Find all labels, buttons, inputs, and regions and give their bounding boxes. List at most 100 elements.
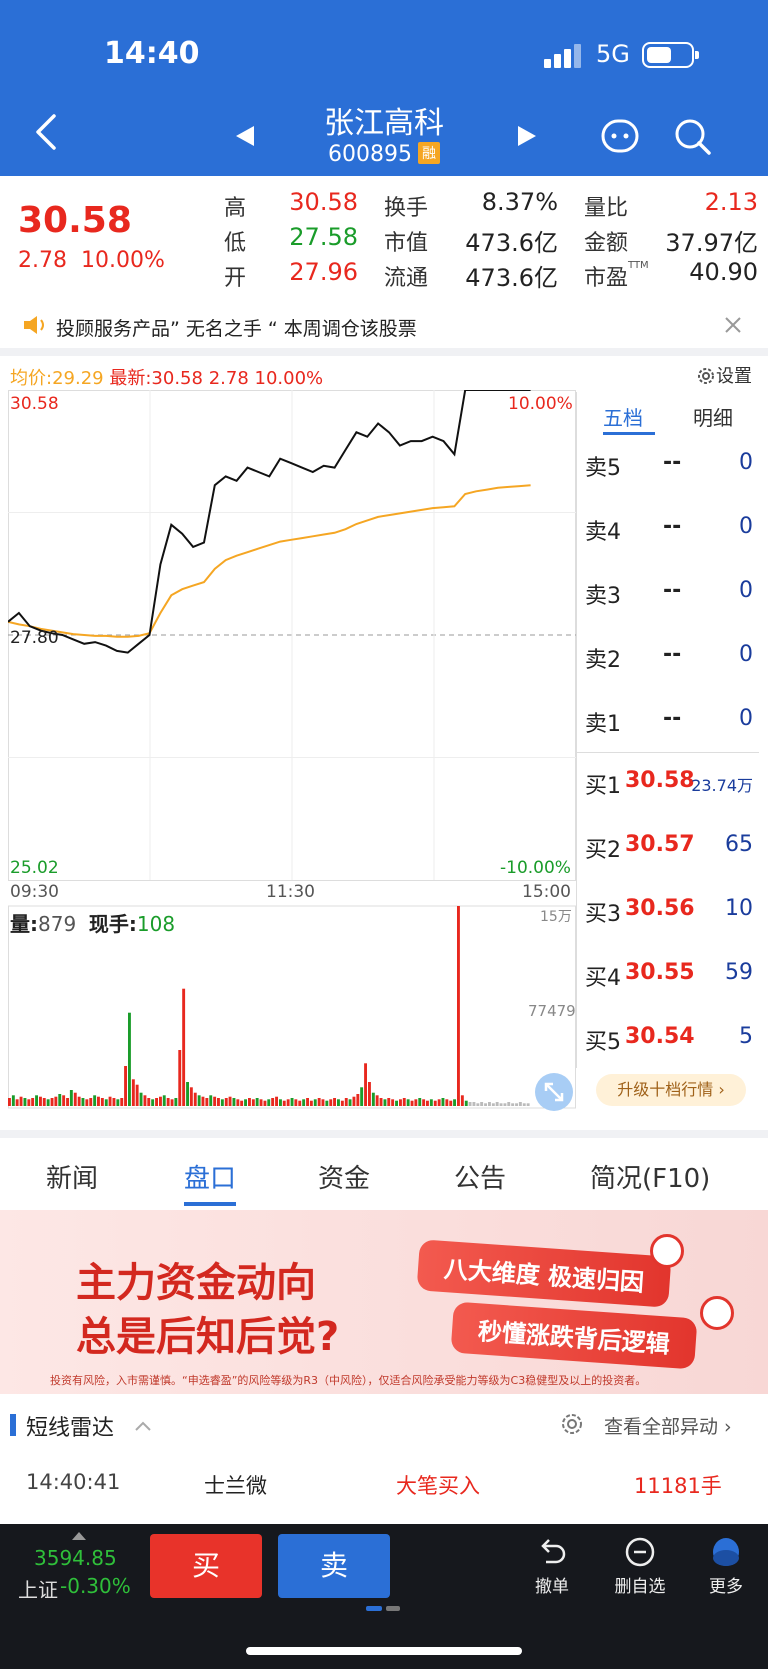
volume-bar (302, 1099, 306, 1106)
volume-bar (522, 1103, 526, 1106)
volume-bar (352, 1096, 356, 1106)
close-icon[interactable] (724, 316, 742, 334)
volume-bar (460, 1095, 464, 1106)
tab-market-depth[interactable]: 盘口 (184, 1158, 236, 1195)
tab-five-levels[interactable]: 五档 (603, 402, 643, 431)
banner-line1: 主力资金动向 (76, 1260, 316, 1306)
volume-bar (248, 1098, 251, 1106)
volume-bar (449, 1100, 453, 1106)
tab-funds[interactable]: 资金 (318, 1158, 370, 1195)
tab-details[interactable]: 明细 (693, 402, 733, 431)
stock-name: 张江高科 (324, 106, 444, 141)
volume-bar (108, 1096, 112, 1106)
cancel-order-button[interactable]: 撤单 (512, 1536, 592, 1597)
remove-watchlist-button[interactable]: 删自选 (600, 1536, 680, 1597)
assistant-icon[interactable] (600, 116, 640, 156)
volume-bar (298, 1100, 302, 1106)
view-all-link[interactable]: 查看全部异动 › (604, 1412, 732, 1439)
volume-axis-max: 15万 (540, 909, 572, 925)
ask-row: 卖5 -- 0 (585, 450, 753, 481)
volume-bar (294, 1099, 298, 1106)
speaker-icon (24, 316, 44, 334)
volume-bar (429, 1099, 433, 1106)
volume-bar (507, 1102, 511, 1106)
search-icon[interactable] (672, 116, 712, 156)
volume-bar (73, 1092, 77, 1106)
volume-bar (217, 1098, 220, 1106)
volume-bar (356, 1094, 360, 1106)
tab-profile[interactable]: 简况(F10) (590, 1158, 710, 1195)
last-price: 30.58 (18, 200, 132, 241)
more-button[interactable]: 更多 (686, 1536, 766, 1597)
stat-value-mktcap: 473.6亿 (465, 229, 558, 257)
hand-label: 现手: (88, 912, 137, 936)
volume-bar (244, 1099, 247, 1106)
volume-bar (445, 1099, 449, 1106)
volume-bar (189, 1087, 193, 1106)
pct-axis-max: 10.00% (508, 394, 573, 414)
sell-button[interactable]: 卖 (278, 1534, 390, 1598)
volume-bar (213, 1096, 217, 1106)
volume-bar (282, 1100, 286, 1106)
volume-bar (472, 1102, 476, 1106)
volume-bar (484, 1103, 487, 1106)
tab-announcements[interactable]: 公告 (454, 1158, 506, 1195)
volume-bar (50, 1098, 54, 1106)
volume-bar (205, 1098, 209, 1106)
volume-bar (317, 1098, 321, 1106)
expand-icon[interactable] (534, 1072, 574, 1112)
volume-bar (499, 1103, 503, 1106)
volume-bar (240, 1100, 244, 1106)
buy-button[interactable]: 买 (150, 1534, 262, 1598)
volume-bar (325, 1100, 329, 1106)
volume-bar (313, 1099, 317, 1106)
upgrade-ten-levels-button[interactable]: 升级十档行情 › (596, 1074, 746, 1106)
stat-value-amount: 37.97亿 (665, 229, 758, 257)
volume-bar (100, 1098, 104, 1106)
volume-bar (147, 1098, 151, 1106)
volume-bar (480, 1102, 484, 1106)
promo-banner[interactable]: 主力资金动向 总是后知后觉? 八大维度 极速归因 秒懂涨跌背后逻辑 投资有风险，… (0, 1210, 768, 1394)
tab-indicator (603, 432, 655, 435)
chevron-up-icon[interactable] (134, 1420, 152, 1432)
radar-row[interactable]: 14:40:41 士兰微 大笔买入 11181手 (0, 1470, 768, 1510)
gear-icon[interactable] (560, 1412, 584, 1436)
battery-icon (642, 42, 699, 68)
volume-bar (186, 1082, 189, 1106)
volume-bar (166, 1098, 170, 1106)
app-header: 14:40 5G 张江高科 600895 融 (0, 0, 768, 176)
bottom-bar: 3594.85 上证 -0.30% 买 卖 撤单 删自选 更多 (0, 1524, 768, 1669)
volume-bar (321, 1099, 325, 1106)
stat-label-pe: 市盈TTM (584, 260, 649, 291)
quote-panel: 30.58 2.78 10.00% 高 30.58 低 27.58 开 27.9… (0, 176, 768, 296)
expand-up-icon[interactable] (72, 1532, 86, 1540)
volume-bar (437, 1099, 441, 1106)
volume-bar (279, 1099, 282, 1106)
ask-row: 卖1 -- 0 (585, 706, 753, 737)
check-icon (650, 1234, 684, 1268)
volume-bar (515, 1103, 518, 1106)
volume-bar (58, 1094, 62, 1106)
bid-row: 买4 30.55 59 (585, 960, 753, 991)
volume-bar (306, 1098, 309, 1106)
stat-value-low: 27.58 (289, 223, 358, 251)
avg-value: 29.29 (52, 368, 104, 389)
volume-bar (143, 1095, 147, 1106)
time-label-open: 09:30 (10, 882, 59, 902)
tab-news[interactable]: 新闻 (46, 1158, 98, 1195)
pct-axis-min: -10.00% (500, 858, 571, 878)
volume-bar (263, 1100, 267, 1106)
volume-bar (340, 1100, 344, 1106)
notice-bar[interactable]: 投顾服务产品” 无名之手 “ 本周调仓该股票 (0, 304, 768, 348)
next-stock-icon[interactable] (516, 124, 538, 148)
volume-bar (8, 1098, 11, 1106)
volume-value: 879 (38, 912, 77, 936)
stat-label-amount: 金额 (584, 231, 629, 256)
volume-bar (162, 1095, 166, 1106)
intraday-chart[interactable] (8, 390, 576, 1114)
banner-disclaimer: 投资有风险，入市需谨慎。“申选睿盈”的风险等级为R3（中风险），仅适合风险承受能… (50, 1374, 647, 1387)
settings-button[interactable]: 设置 (696, 362, 752, 388)
volume-bar (128, 1012, 131, 1106)
volume-bar (406, 1099, 410, 1106)
last-change: 2.78 (208, 368, 249, 389)
